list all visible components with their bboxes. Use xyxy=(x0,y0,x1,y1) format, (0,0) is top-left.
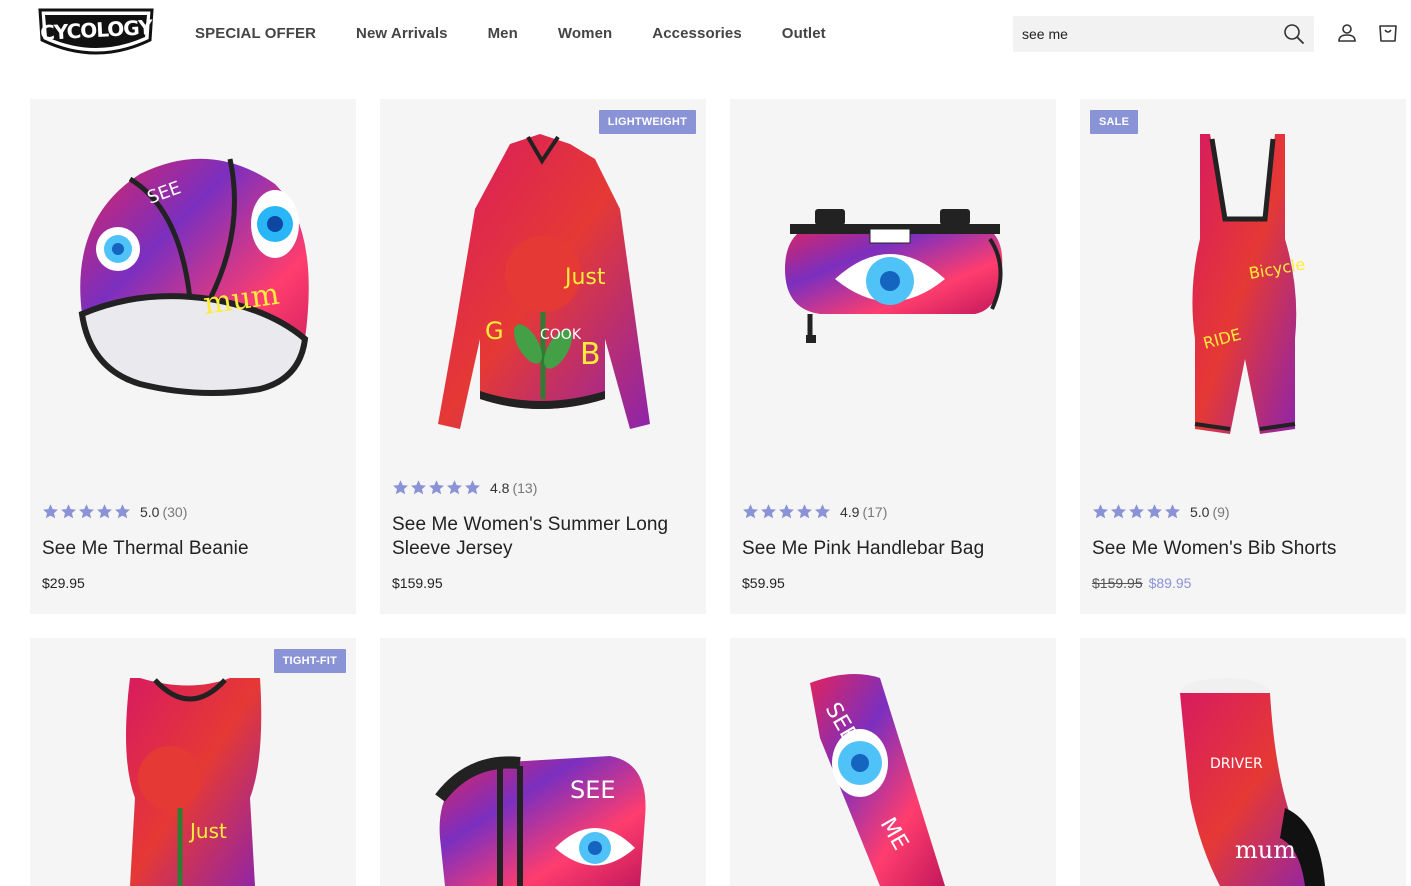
product-rating: 5.0 (9) xyxy=(1092,503,1230,520)
product-rating: 4.8 (13) xyxy=(392,479,537,496)
star-rating-icon xyxy=(392,479,482,496)
search-box xyxy=(1013,16,1314,52)
svg-text:B: B xyxy=(580,337,601,372)
product-price: $29.95 xyxy=(42,575,85,591)
review-count: (30) xyxy=(162,503,188,520)
price-current: $59.95 xyxy=(742,575,785,591)
product-card[interactable]: Just G B COOK LIGHTWEIGHT 4.8 (13) See M… xyxy=(380,99,706,614)
product-image-saddle-bag[interactable]: SEE xyxy=(380,638,706,886)
product-title[interactable]: See Me Thermal Beanie xyxy=(42,537,342,561)
review-count: (9) xyxy=(1212,503,1230,520)
account-icon[interactable] xyxy=(1335,21,1359,45)
product-image-bib-shorts[interactable]: Bicycle RIDE SALE xyxy=(1080,99,1406,479)
price-original: $159.95 xyxy=(1092,575,1143,591)
search-icon[interactable] xyxy=(1282,22,1306,46)
product-rating: 4.9 (17) xyxy=(742,503,887,520)
product-image-socks[interactable]: DRIVER mum xyxy=(1080,638,1406,886)
rating-value: 5.0 xyxy=(140,503,160,520)
main-nav: SPECIAL OFFER New Arrivals Men Women Acc… xyxy=(195,24,866,44)
nav-new-arrivals[interactable]: New Arrivals xyxy=(356,24,448,44)
nav-men[interactable]: Men xyxy=(488,24,518,44)
rating-value: 4.8 xyxy=(490,479,510,496)
svg-text:G: G xyxy=(485,317,504,345)
product-image-tank-top[interactable]: Just TIGHT-FIT xyxy=(30,638,356,886)
nav-accessories[interactable]: Accessories xyxy=(652,24,742,44)
product-card[interactable]: Just TIGHT-FIT xyxy=(30,638,356,886)
product-card[interactable]: SEE xyxy=(380,638,706,886)
nav-special-offer[interactable]: SPECIAL OFFER xyxy=(195,24,316,44)
site-header: CYCOLOGY SPECIAL OFFER New Arrivals Men … xyxy=(0,0,1411,70)
star-rating-icon xyxy=(742,503,832,520)
rating-value: 4.9 xyxy=(840,503,860,520)
product-image-arm-warmer[interactable]: SEE ME xyxy=(730,638,1056,886)
svg-text:COOK: COOK xyxy=(540,327,582,343)
svg-text:DRIVER: DRIVER xyxy=(1210,756,1263,772)
product-title[interactable]: See Me Women's Bib Shorts xyxy=(1092,537,1392,561)
product-card[interactable]: DRIVER mum xyxy=(1080,638,1406,886)
product-badge: SALE xyxy=(1090,110,1139,134)
search-input[interactable] xyxy=(1013,16,1273,52)
rating-value: 5.0 xyxy=(1190,503,1210,520)
product-card[interactable]: mum SEE 5.0 (30) See Me Thermal Beanie $… xyxy=(30,99,356,614)
star-rating-icon xyxy=(1092,503,1182,520)
product-rating: 5.0 (30) xyxy=(42,503,187,520)
price-current: $29.95 xyxy=(42,575,85,591)
price-current: $159.95 xyxy=(392,575,443,591)
product-card[interactable]: 4.9 (17) See Me Pink Handlebar Bag $59.9… xyxy=(730,99,1056,614)
review-count: (13) xyxy=(512,479,538,496)
product-price: $159.95 xyxy=(392,575,443,591)
product-image-jersey[interactable]: Just G B COOK LIGHTWEIGHT xyxy=(380,99,706,479)
product-badge: LIGHTWEIGHT xyxy=(598,110,696,134)
svg-text:SEE: SEE xyxy=(570,776,616,804)
review-count: (17) xyxy=(862,503,888,520)
star-rating-icon xyxy=(42,503,132,520)
nav-women[interactable]: Women xyxy=(558,24,612,44)
price-sale: $89.95 xyxy=(1148,575,1192,591)
svg-text:mum: mum xyxy=(1235,836,1296,864)
svg-text:Just: Just xyxy=(563,265,606,290)
product-title[interactable]: See Me Women's Summer Long Sleeve Jersey xyxy=(392,513,692,561)
product-badge: TIGHT-FIT xyxy=(273,649,346,673)
product-title[interactable]: See Me Pink Handlebar Bag xyxy=(742,537,1042,561)
product-image-beanie[interactable]: mum SEE xyxy=(30,99,356,479)
brand-logo[interactable]: CYCOLOGY xyxy=(36,6,156,61)
nav-outlet[interactable]: Outlet xyxy=(782,24,826,44)
product-price: $159.95 $89.95 xyxy=(1092,575,1191,591)
product-image-handlebar-bag[interactable] xyxy=(730,99,1056,479)
product-card[interactable]: SEE ME xyxy=(730,638,1056,886)
product-price: $59.95 xyxy=(742,575,785,591)
svg-text:Just: Just xyxy=(188,819,227,843)
product-card[interactable]: Bicycle RIDE SALE 5.0 (9) See Me Women's… xyxy=(1080,99,1406,614)
cart-icon[interactable] xyxy=(1376,21,1400,45)
